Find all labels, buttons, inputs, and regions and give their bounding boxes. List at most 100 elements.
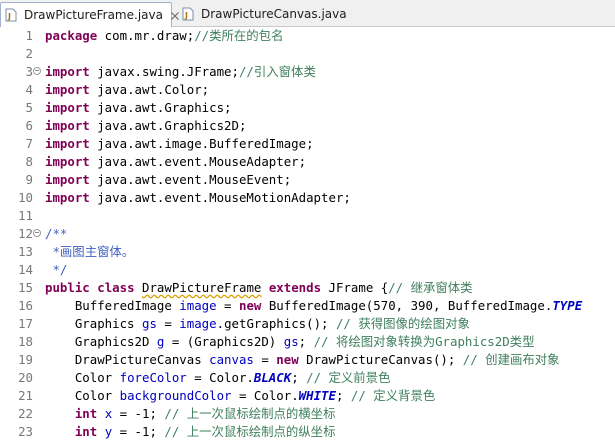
code-line[interactable]: 19 DrawPictureCanvas canvas = new DrawPi… xyxy=(0,351,615,369)
line-number: 2 xyxy=(25,46,33,61)
code-line[interactable]: 12−/** xyxy=(0,225,615,243)
code-line[interactable]: 1 package com.mr.draw;//类所在的包名 xyxy=(0,27,615,45)
code-line[interactable]: 17 Graphics gs = image.getGraphics(); //… xyxy=(0,315,615,333)
code-token: int xyxy=(74,406,98,421)
code-token: com.mr.draw; xyxy=(97,28,195,43)
code-token: = Color. xyxy=(186,370,254,385)
line-number: 22 xyxy=(18,406,33,421)
code-token: = -1; xyxy=(112,406,165,421)
code-text: import javax.swing.JFrame;//引入窗体类 xyxy=(45,63,316,81)
code-token: Graphics xyxy=(45,316,142,331)
code-token: import xyxy=(45,100,90,115)
code-line[interactable]: 16 BufferedImage image = new BufferedIma… xyxy=(0,297,615,315)
code-token: Color xyxy=(45,388,120,403)
line-number: 21 xyxy=(18,388,33,403)
code-token: = Color. xyxy=(231,388,299,403)
code-editor[interactable]: 1 package com.mr.draw;//类所在的包名 2 3− import j… xyxy=(0,27,615,442)
tab-label: DrawPictureCanvas.java xyxy=(201,6,347,21)
code-text: int x = -1; // 上一次鼠标绘制点的横坐标 xyxy=(45,405,336,423)
code-token: TYPE xyxy=(552,298,583,313)
tab-drawpicturecanvas[interactable]: J DrawPictureCanvas.java xyxy=(178,2,368,25)
code-token: new xyxy=(276,352,299,367)
code-text: Graphics2D g = (Graphics2D) gs; // 将绘图对象… xyxy=(45,333,535,351)
line-number: 13 xyxy=(18,244,33,259)
code-text: int y = -1; // 上一次鼠标绘制点的纵坐标 xyxy=(45,423,336,441)
code-line[interactable]: 10 import java.awt.event.MouseMotionAdapt… xyxy=(0,189,615,207)
code-line[interactable]: 18 Graphics2D g = (Graphics2D) gs; // 将绘… xyxy=(0,333,615,351)
svg-text:J: J xyxy=(184,11,188,20)
code-text: import java.awt.event.MouseAdapter; xyxy=(45,153,306,171)
code-token: // 上一次鼠标绘制点的纵坐标 xyxy=(164,424,336,439)
code-line[interactable]: 2 xyxy=(0,45,615,63)
code-token: java.awt.event.MouseEvent; xyxy=(89,172,292,187)
code-token: javax.swing.JFrame; xyxy=(89,64,239,79)
code-token: DrawPictureFrame xyxy=(142,280,262,295)
code-token: Graphics2D xyxy=(45,334,157,349)
code-token: import xyxy=(45,82,90,97)
line-number: 10 xyxy=(18,190,33,205)
code-text: DrawPictureCanvas canvas = new DrawPictu… xyxy=(45,351,560,369)
line-number: 3 xyxy=(25,64,33,79)
code-line[interactable]: 5 import java.awt.Graphics; xyxy=(0,99,615,117)
svg-text:J: J xyxy=(7,12,11,21)
line-number: 14 xyxy=(18,262,33,277)
line-number: 5 xyxy=(25,100,33,115)
code-token: JFrame { xyxy=(321,280,389,295)
code-line[interactable]: 7 import java.awt.image.BufferedImage; xyxy=(0,135,615,153)
code-token: = -1; xyxy=(112,424,165,439)
code-token: import xyxy=(45,172,90,187)
code-text: import java.awt.Graphics; xyxy=(45,99,232,117)
fold-toggle-icon[interactable]: − xyxy=(33,229,41,237)
code-token: //类所在的包名 xyxy=(194,28,284,43)
code-token: = xyxy=(253,352,277,367)
line-number: 15 xyxy=(18,280,33,295)
code-token: .getGraphics(); xyxy=(216,316,336,331)
code-token: gs xyxy=(141,316,157,331)
code-token: // 继承窗体类 xyxy=(388,280,473,295)
code-line[interactable]: 6 import java.awt.Graphics2D; xyxy=(0,117,615,135)
code-token: import xyxy=(45,190,90,205)
code-text: import java.awt.event.MouseEvent; xyxy=(45,171,291,189)
line-number: 23 xyxy=(18,424,33,439)
code-token: BufferedImage(570, 390, BufferedImage. xyxy=(261,298,553,313)
code-token: class xyxy=(97,280,135,295)
code-text: import java.awt.event.MouseMotionAdapter… xyxy=(45,189,351,207)
code-token: image xyxy=(179,316,217,331)
code-token: WHITE xyxy=(298,388,336,403)
code-line[interactable]: 23 int y = -1; // 上一次鼠标绘制点的纵坐标 xyxy=(0,423,615,441)
code-line[interactable]: 11 xyxy=(0,207,615,225)
code-token: import xyxy=(45,154,90,169)
code-token: import xyxy=(45,64,90,79)
code-line[interactable]: 21 Color backgroundColor = Color.WHITE; … xyxy=(0,387,615,405)
code-token: // 将绘图对象转换为Graphics2D类型 xyxy=(313,334,535,349)
code-line[interactable]: 13 *画图主窗体。 xyxy=(0,243,615,261)
code-token: canvas xyxy=(209,352,254,367)
tab-label: DrawPictureFrame.java xyxy=(24,8,163,22)
code-token: package xyxy=(45,28,98,43)
code-line[interactable]: 14 */ xyxy=(0,261,615,279)
code-token: image xyxy=(179,298,217,313)
code-line[interactable]: 20 Color foreColor = Color.BLACK; // 定义前… xyxy=(0,369,615,387)
code-token: java.awt.image.BufferedImage; xyxy=(89,136,314,151)
line-number: 8 xyxy=(25,154,33,169)
code-token: = xyxy=(156,316,180,331)
code-token: // 获得图像的绘图对象 xyxy=(335,316,470,331)
code-text: import java.awt.Color; xyxy=(45,81,209,99)
code-line[interactable]: 9 import java.awt.event.MouseEvent; xyxy=(0,171,615,189)
code-line[interactable]: 22 int x = -1; // 上一次鼠标绘制点的横坐标 xyxy=(0,405,615,423)
code-line[interactable]: 3− import javax.swing.JFrame;//引入窗体类 xyxy=(0,63,615,81)
code-line[interactable]: 8 import java.awt.event.MouseAdapter; xyxy=(0,153,615,171)
code-line[interactable]: 15 public class DrawPictureFrame extends … xyxy=(0,279,615,297)
line-number: 9 xyxy=(25,172,33,187)
tab-drawpictureframe[interactable]: J DrawPictureFrame.java xyxy=(0,2,179,27)
code-token: new xyxy=(238,298,262,313)
code-token: DrawPictureCanvas(); xyxy=(298,352,463,367)
code-token: /** xyxy=(45,226,68,241)
fold-toggle-icon[interactable]: − xyxy=(33,67,41,75)
java-file-icon: J xyxy=(181,7,195,21)
code-token: = xyxy=(216,298,239,313)
code-line[interactable]: 4 import java.awt.Color; xyxy=(0,81,615,99)
code-token: java.awt.Graphics2D; xyxy=(89,118,247,133)
